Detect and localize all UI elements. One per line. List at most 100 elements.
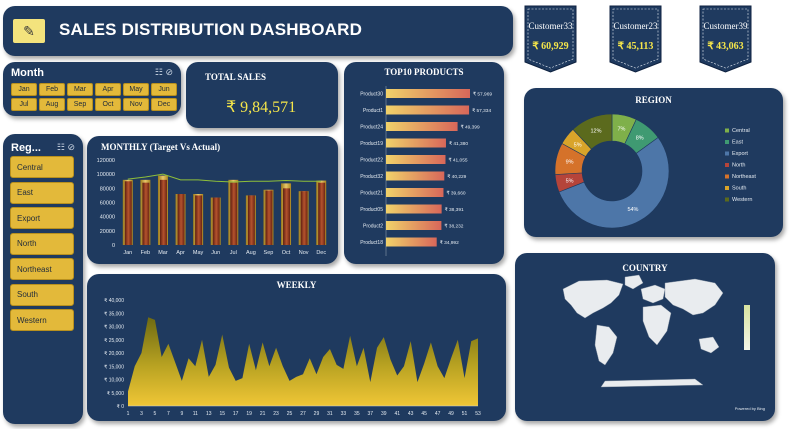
region-button-export[interactable]: Export bbox=[10, 207, 74, 229]
x-tick-label: Sep bbox=[264, 250, 274, 256]
customer-banner: Customer33 ₹ 60,929 bbox=[523, 4, 578, 74]
bar-actual bbox=[159, 179, 167, 245]
map-north-america bbox=[562, 279, 624, 319]
slice-label: 9% bbox=[566, 160, 574, 166]
y-tick-label: 120000 bbox=[97, 158, 115, 164]
y-tick-label: 60000 bbox=[100, 201, 115, 207]
month-button-apr[interactable]: Apr bbox=[95, 83, 121, 96]
x-tick-label: 47 bbox=[435, 411, 441, 417]
product-label: Product32 bbox=[360, 174, 383, 180]
customer-name: Customer39 bbox=[703, 21, 748, 31]
legend-swatch bbox=[725, 140, 729, 144]
product-label: Product30 bbox=[360, 92, 383, 98]
x-tick-label: Apr bbox=[176, 250, 185, 256]
map-asia bbox=[664, 278, 724, 316]
month-button-sep[interactable]: Sep bbox=[67, 98, 93, 111]
legend-label: South bbox=[732, 186, 746, 192]
y-tick-label: 40000 bbox=[100, 215, 115, 221]
region-button-central[interactable]: Central bbox=[10, 156, 74, 178]
region-button-south[interactable]: South bbox=[10, 283, 74, 306]
x-tick-label: Nov bbox=[299, 250, 309, 256]
map-europe bbox=[640, 284, 666, 304]
bar-actual bbox=[283, 188, 291, 245]
x-tick-label: 11 bbox=[193, 411, 198, 417]
region-button-north[interactable]: North bbox=[10, 232, 74, 255]
x-tick-label: Mar bbox=[158, 250, 168, 256]
map-color-legend bbox=[744, 305, 750, 350]
month-button-jan[interactable]: Jan bbox=[11, 83, 37, 96]
y-tick-label: ₹ 20,000 bbox=[104, 351, 124, 357]
weekly-area bbox=[128, 317, 478, 406]
x-tick-label: 39 bbox=[381, 411, 387, 417]
y-tick-label: 20000 bbox=[100, 229, 115, 235]
legend-swatch bbox=[725, 128, 729, 133]
legend-label: Export bbox=[732, 151, 748, 157]
x-tick-label: Jun bbox=[211, 250, 220, 256]
product-label: Product18 bbox=[360, 240, 383, 246]
x-tick-label: Jan bbox=[123, 250, 132, 256]
bar-actual bbox=[230, 182, 238, 245]
x-tick-label: 9 bbox=[180, 411, 183, 417]
region-slicer-title: Reg... bbox=[11, 142, 41, 154]
month-button-may[interactable]: May bbox=[123, 83, 149, 96]
legend-swatch bbox=[725, 174, 729, 179]
slice-label: 5% bbox=[566, 178, 574, 184]
month-button-jun[interactable]: Jun bbox=[151, 83, 177, 96]
region-button-northeast[interactable]: Northeast bbox=[10, 258, 74, 280]
x-tick-label: 41 bbox=[394, 411, 400, 417]
x-tick-label: 17 bbox=[233, 411, 239, 417]
product-bar bbox=[386, 204, 442, 214]
customer-banner: Customer23 ₹ 45,113 bbox=[608, 4, 663, 74]
multi-select-icon[interactable]: ☷ ⊘ bbox=[57, 142, 75, 153]
product-label: Product19 bbox=[360, 141, 383, 147]
product-bar bbox=[386, 105, 470, 115]
slice-label: 54% bbox=[627, 207, 638, 213]
top10-products-panel: TOP10 PRODUCTS Product30 ₹ 57,969 Product1… bbox=[344, 62, 504, 264]
x-tick-label: 25 bbox=[287, 411, 293, 417]
y-tick-label: ₹ 15,000 bbox=[104, 364, 124, 370]
legend-label: Northeast bbox=[732, 174, 756, 180]
month-button-oct[interactable]: Oct bbox=[95, 98, 121, 111]
customer-banner: Customer39 ₹ 43,063 bbox=[698, 4, 753, 74]
x-tick-label: 19 bbox=[246, 411, 252, 417]
legend-swatch bbox=[725, 163, 729, 167]
map-australia bbox=[698, 336, 720, 354]
x-tick-label: 43 bbox=[408, 411, 414, 417]
legend-swatch bbox=[725, 197, 729, 202]
x-tick-label: 49 bbox=[448, 411, 454, 417]
product-value-label: ₹ 39,660 bbox=[446, 191, 465, 197]
product-bar bbox=[386, 122, 458, 131]
region-button-western[interactable]: Western bbox=[10, 309, 74, 331]
product-value-label: ₹ 41,055 bbox=[448, 158, 467, 164]
title-bar: ✎ SALES DISTRIBUTION DASHBOARD bbox=[3, 6, 513, 56]
multi-select-icon[interactable]: ☷ ⊘ bbox=[155, 67, 173, 78]
month-button-dec[interactable]: Dec bbox=[151, 98, 177, 111]
total-sales-value: ₹ 9,84,571 bbox=[226, 99, 297, 116]
month-button-aug[interactable]: Aug bbox=[39, 98, 65, 111]
legend-label: Central bbox=[732, 128, 750, 134]
target-line bbox=[127, 173, 322, 183]
month-slicer: Month ☷ ⊘ Jan Feb Mar Apr May Jun Jul Aug Sep Oct… bbox=[3, 62, 181, 116]
x-tick-label: 31 bbox=[327, 411, 333, 417]
x-tick-label: 45 bbox=[421, 411, 427, 417]
product-value-label: ₹ 57,969 bbox=[473, 92, 492, 98]
x-tick-label: 3 bbox=[140, 411, 143, 417]
weekly-panel: WEEKLY ₹ 0 ₹ 5,000 ₹ 10,000 ₹ 15,000 ₹ 20,00… bbox=[87, 274, 506, 421]
x-tick-label: May bbox=[193, 250, 204, 256]
weekly-chart: ₹ 0 ₹ 5,000 ₹ 10,000 ₹ 15,000 ₹ 20,000 ₹ 25,0… bbox=[104, 298, 481, 417]
month-button-feb[interactable]: Feb bbox=[39, 83, 65, 96]
month-button-jul[interactable]: Jul bbox=[11, 98, 37, 111]
map-credit: Powered by Bing bbox=[734, 406, 765, 411]
region-button-east[interactable]: East bbox=[10, 181, 74, 204]
month-button-nov[interactable]: Nov bbox=[123, 98, 149, 111]
month-slicer-title: Month bbox=[11, 67, 44, 79]
bar-actual bbox=[142, 182, 150, 245]
bar-actual bbox=[195, 195, 203, 245]
product-bar bbox=[386, 138, 446, 148]
month-button-mar[interactable]: Mar bbox=[67, 83, 93, 96]
monthly-panel: MONTHLY (Target Vs Actual) 0 20000 40000 60… bbox=[87, 136, 338, 264]
customer-value: ₹ 43,063 bbox=[707, 41, 744, 52]
x-tick-label: 5 bbox=[154, 411, 157, 417]
product-value-label: ₹ 34,992 bbox=[440, 240, 459, 246]
monthly-chart: 0 20000 40000 60000 80000 100000 120000 Jan Feb M… bbox=[97, 158, 327, 256]
